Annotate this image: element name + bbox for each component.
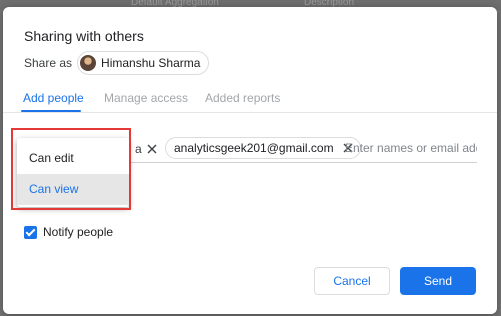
share-as-user-chip[interactable]: Himanshu Sharma	[77, 51, 210, 75]
cancel-button[interactable]: Cancel	[314, 267, 390, 295]
tab-bar: Add people Manage access Added reports	[3, 88, 497, 113]
avatar	[80, 55, 97, 71]
user-name: Himanshu Sharma	[101, 56, 201, 70]
recipient-email: analyticsgeek201@gmail.com	[174, 141, 334, 155]
notify-row: Notify people	[24, 225, 113, 239]
tab-manage-access[interactable]: Manage access	[104, 91, 188, 105]
tab-added-reports[interactable]: Added reports	[205, 91, 280, 105]
close-icon[interactable]	[146, 143, 158, 155]
active-tab-indicator	[21, 110, 81, 112]
tab-add-people[interactable]: Add people	[23, 91, 84, 105]
notify-checkbox[interactable]	[24, 225, 37, 239]
recipient-email-chip[interactable]: analyticsgeek201@gmail.com	[165, 137, 361, 159]
share-as-row: Share as Himanshu Sharma	[24, 51, 210, 75]
annotation-highlight-box	[11, 128, 131, 210]
share-as-label: Share as	[24, 56, 73, 70]
send-button[interactable]: Send	[400, 267, 476, 295]
dialog-title: Sharing with others	[24, 28, 144, 44]
email-input[interactable]	[345, 139, 477, 157]
recipient-chip-text: a	[135, 142, 142, 156]
notify-label: Notify people	[43, 225, 114, 239]
